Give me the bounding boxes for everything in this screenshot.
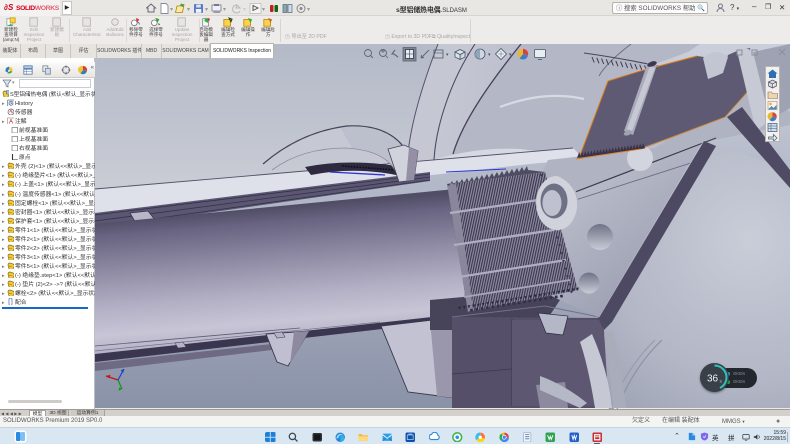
svg-text:▾: ▾ [187, 7, 190, 13]
svg-text:▾: ▾ [205, 7, 208, 13]
svg-text:▾: ▾ [243, 7, 246, 13]
svg-text:▾: ▾ [509, 52, 512, 58]
svg-text:▾: ▾ [467, 52, 470, 58]
svg-text:36: 36 [707, 374, 719, 385]
svg-text:▾: ▾ [170, 7, 173, 13]
svg-text:▾: ▾ [307, 7, 310, 13]
svg-text:▾: ▾ [262, 7, 265, 13]
svg-text:▾: ▾ [446, 52, 449, 58]
svg-text:▾: ▾ [488, 52, 491, 58]
svg-text:▾: ▾ [223, 7, 226, 13]
svg-text:x: x [720, 379, 723, 385]
